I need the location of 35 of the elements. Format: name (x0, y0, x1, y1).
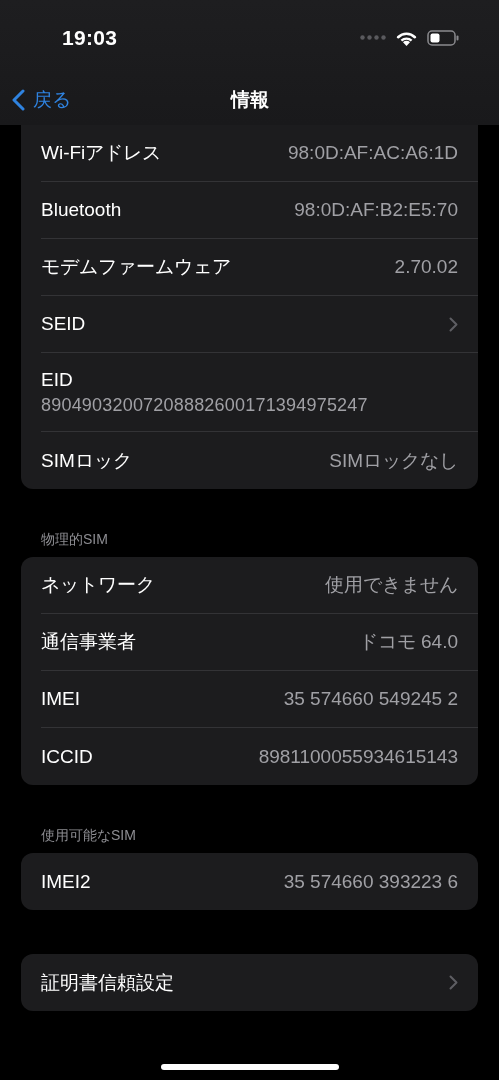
row-label: SIMロック (41, 448, 132, 473)
row-label: 通信事業者 (41, 630, 136, 654)
row-value: 98:0D:AF:B2:E5:70 (294, 199, 458, 221)
chevron-right-icon (449, 316, 458, 332)
row-value: 使用できません (325, 573, 458, 597)
row-value: 89049032007208882600171394975247 (41, 394, 368, 416)
row-value: 35 574660 549245 2 (283, 688, 458, 710)
battery-icon (427, 29, 459, 46)
signal-icon (360, 35, 386, 40)
row-label: ネットワーク (41, 573, 155, 597)
row-value: 8981100055934615143 (258, 745, 458, 768)
row-label: Wi-Fiアドレス (41, 141, 162, 165)
row-value: 2.70.02 (394, 256, 458, 278)
row-value: 35 574660 393223 6 (283, 870, 458, 893)
list-row[interactable]: 証明書信頼設定 (41, 954, 478, 1011)
list-row[interactable]: SEID (41, 296, 478, 353)
row-label: IMEI (41, 688, 81, 710)
status-time: 19:03 (62, 25, 118, 50)
row-label: SEID (41, 313, 86, 335)
back-button[interactable]: 戻る (0, 86, 77, 114)
row-value: ドコモ 64.0 (358, 630, 458, 654)
row-label: 証明書信頼設定 (41, 970, 174, 995)
row-label: EID (41, 368, 73, 391)
row-value: 98:0D:AF:AC:A6:1D (287, 142, 458, 164)
wifi-icon (396, 29, 417, 46)
row-label: ICCID (41, 745, 93, 768)
page-title: 情報 (230, 89, 269, 110)
chevron-right-icon (449, 975, 458, 990)
row-label: モデムファームウェア (41, 255, 231, 279)
section-header: 物理的SIM (41, 531, 108, 547)
row-label: IMEI2 (41, 870, 91, 893)
chevron-left-icon (12, 89, 25, 111)
row-value: SIMロックなし (329, 448, 458, 473)
row-label: Bluetooth (41, 199, 122, 221)
section-header: 使用可能なSIM (41, 827, 136, 843)
